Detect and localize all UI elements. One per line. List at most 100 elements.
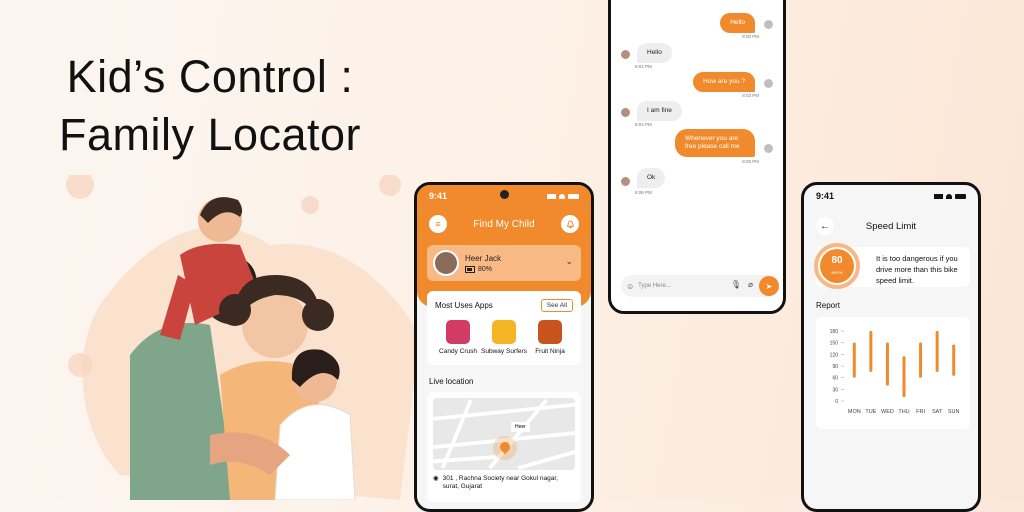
- map[interactable]: Heer: [433, 398, 575, 470]
- y-tick-label: 180: [830, 329, 839, 335]
- chart-bar-mon: [852, 342, 856, 378]
- page-title: Find My Child: [473, 218, 535, 230]
- message-bubble: I am fine: [637, 101, 682, 121]
- candy-crush-icon: [446, 320, 470, 344]
- signal-icon: [934, 193, 943, 199]
- warning-text: It is too dangerous if you drive more th…: [876, 254, 958, 285]
- app-item[interactable]: Subway Surfers: [481, 320, 527, 355]
- app-header: ← Speed Limit: [804, 213, 978, 239]
- timestamp: 8:04 PM: [635, 122, 652, 127]
- attach-icon[interactable]: ⌀: [748, 280, 753, 289]
- x-tick-label: THU: [898, 409, 909, 415]
- child-info: Heer Jack 80%: [465, 254, 501, 273]
- message-input-bar[interactable]: ☺ Type Here... 🎙 ⌀ ➤: [621, 275, 779, 297]
- headline: Kid’s Control : Family Locator: [20, 48, 400, 164]
- app-header: ≡ Find My Child: [417, 211, 591, 237]
- phone-chat: Hello 8:00 PM Hello 8:02 PM How are you …: [608, 0, 786, 314]
- y-tick-label: 60: [832, 376, 838, 382]
- avatar: [764, 79, 773, 88]
- phone-speed-limit: 9:41 ← Speed Limit 80 M/P/H It is too da…: [801, 182, 981, 512]
- status-bar: 9:41: [804, 185, 978, 207]
- timestamp: 8:00 PM: [742, 34, 759, 39]
- battery-icon: [568, 193, 579, 199]
- address-text: 301 , Rachna Society near Gokul nagar, s…: [442, 475, 558, 490]
- status-icons: [547, 193, 579, 199]
- camera-dot: [500, 190, 509, 199]
- avatar: [764, 144, 773, 153]
- timestamp: 8:06 PM: [635, 190, 652, 195]
- chart-bar-sun: [952, 344, 956, 376]
- chevron-down-icon[interactable]: ⌄: [565, 256, 573, 267]
- message-bubble: Hello: [637, 43, 672, 63]
- apps-section-title: Most Uses Apps: [435, 301, 493, 310]
- bell-icon[interactable]: [561, 215, 579, 233]
- avatar: [433, 250, 459, 276]
- see-all-button[interactable]: See All: [540, 299, 573, 312]
- report-title: Report: [816, 301, 841, 310]
- chart-bar-thu: [902, 356, 906, 398]
- child-name: Heer Jack: [465, 253, 502, 263]
- apps-list: Candy Crush Subway Surfers Fruit Ninja: [435, 320, 573, 355]
- message-input[interactable]: Type Here...: [638, 283, 671, 289]
- battery-icon: [465, 265, 475, 273]
- report-chart-card: 180 150 120 90 60 30 0 MON TUE WED THU FRI SAT SUN: [816, 317, 970, 429]
- map-card: Heer ◉ 301 , Rachna Society near Gokul n…: [427, 392, 581, 502]
- chart-bar-tue: [869, 331, 873, 372]
- chart-bar-fri: [919, 342, 923, 378]
- x-tick-label: SAT: [932, 409, 943, 415]
- chat-message: I am fine: [637, 101, 682, 121]
- speed-gauge: 80 M/P/H: [814, 243, 860, 289]
- send-button[interactable]: ➤: [759, 276, 779, 296]
- avatar: [764, 20, 773, 29]
- wifi-icon: [559, 193, 565, 199]
- chart-bar-wed: [885, 342, 889, 386]
- back-arrow-icon[interactable]: ←: [816, 217, 834, 235]
- chat-message: How are you ?: [693, 72, 755, 92]
- report-chart: 180 150 120 90 60 30 0 MON TUE WED THU FRI SAT SUN: [830, 329, 960, 415]
- menu-icon[interactable]: ≡: [429, 215, 447, 233]
- chat-message: Ok: [637, 168, 666, 188]
- child-battery: 80%: [465, 265, 501, 273]
- subway-surfers-icon: [492, 320, 516, 344]
- x-tick-label: FRI: [916, 409, 925, 415]
- send-icon: ➤: [765, 281, 773, 291]
- apps-card: Most Uses Apps See All Candy Crush Subwa…: [427, 291, 581, 365]
- address: ◉ 301 , Rachna Society near Gokul nagar,…: [433, 475, 575, 491]
- app-item[interactable]: Candy Crush: [435, 320, 481, 355]
- message-bubble: Ok: [637, 168, 666, 188]
- emoji-icon[interactable]: ☺: [626, 282, 634, 291]
- child-card[interactable]: Heer Jack 80% ⌄: [427, 245, 581, 281]
- chart-bar-sat: [935, 331, 939, 372]
- wifi-icon: [946, 193, 952, 199]
- chat-message: Whenever you are free please call me: [675, 129, 755, 157]
- app-label: Subway Surfers: [481, 348, 527, 355]
- x-tick-label: SUN: [948, 409, 960, 415]
- page-title: Speed Limit: [865, 220, 917, 232]
- status-time: 9:41: [429, 191, 448, 201]
- timestamp: 8:05 PM: [742, 159, 759, 164]
- x-tick-label: WED: [881, 409, 894, 415]
- mic-icon[interactable]: 🎙: [731, 280, 741, 289]
- phone-find-my-child: 9:41 ≡ Find My Child Heer Jack 80% ⌄ Mos…: [414, 182, 594, 512]
- app-item[interactable]: Fruit Ninja: [527, 320, 573, 355]
- timestamp: 8:02 PM: [635, 64, 652, 69]
- x-tick-label: MON: [848, 409, 861, 415]
- x-tick-label: TUE: [865, 409, 876, 415]
- status-bar: 9:41: [417, 185, 591, 207]
- avatar: [621, 177, 630, 186]
- status-time: 9:41: [816, 191, 835, 201]
- timestamp: 8:03 PM: [742, 93, 759, 98]
- location-pin-icon: ◉: [433, 475, 439, 482]
- y-tick-label: 120: [830, 352, 839, 358]
- pin-label: Heer: [511, 422, 530, 432]
- live-location-title: Live location: [429, 377, 474, 386]
- chat-message: Hello: [637, 43, 672, 63]
- message-bubble: How are you ?: [693, 72, 755, 92]
- headline-line2: Family Locator: [58, 109, 362, 160]
- avatar: [621, 108, 630, 117]
- app-label: Fruit Ninja: [535, 348, 565, 355]
- battery-icon: [955, 193, 966, 199]
- avatar: [621, 50, 630, 59]
- signal-icon: [547, 193, 556, 199]
- message-bubble: Whenever you are free please call me: [675, 129, 755, 157]
